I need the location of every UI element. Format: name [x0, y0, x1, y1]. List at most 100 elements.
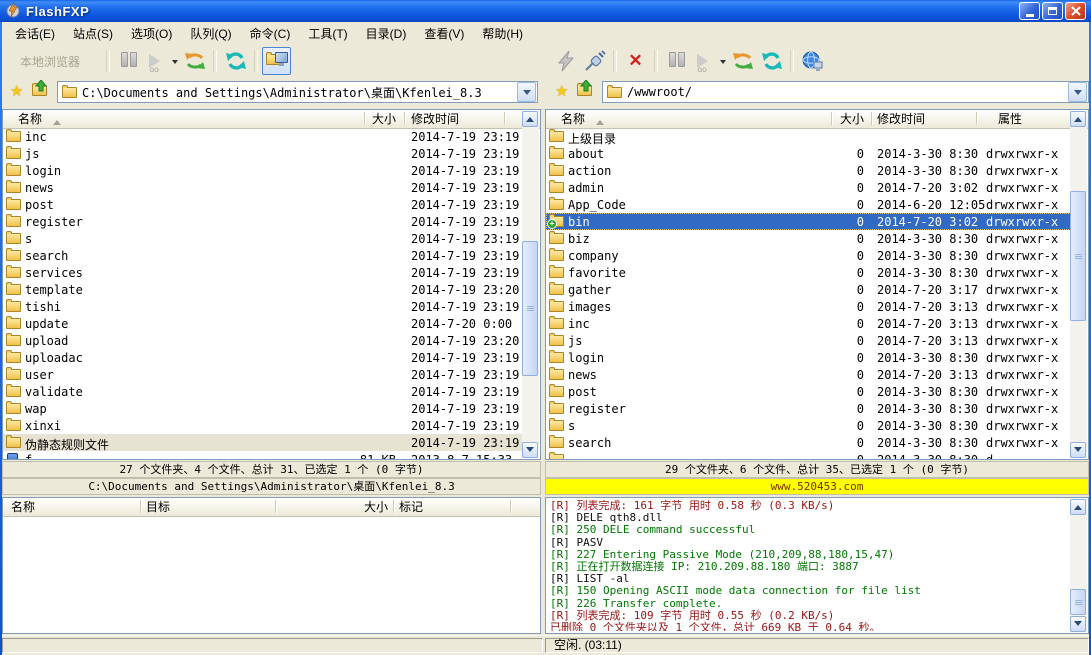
file-row[interactable]: news2014-7-19 23:19	[3, 179, 523, 196]
parent-folder-button[interactable]	[32, 83, 50, 98]
file-row[interactable]: s02014-3-30 8:30drwxrwxr-x	[546, 417, 1071, 434]
column-header-size[interactable]: 大小	[364, 498, 388, 516]
column-header-date[interactable]: 修改时间	[411, 110, 459, 128]
go-dropdown-arrow[interactable]	[720, 60, 726, 67]
pause-button[interactable]	[114, 47, 143, 75]
file-row-partial[interactable]: f81 KB2013-8-7 15:33	[3, 451, 523, 459]
column-divider[interactable]	[510, 500, 512, 513]
file-row[interactable]: company02014-3-30 8:30drwxrwxr-x	[546, 247, 1071, 264]
file-row[interactable]: services2014-7-19 23:19	[3, 264, 523, 281]
scrollbar-thumb[interactable]	[1070, 191, 1086, 321]
scroll-up-button[interactable]	[522, 111, 538, 127]
column-header-size[interactable]: 大小	[372, 110, 396, 128]
column-divider[interactable]	[976, 112, 978, 125]
file-row[interactable]: post2014-7-19 23:19	[3, 196, 523, 213]
local-remote-toggle-button[interactable]	[262, 47, 291, 75]
file-row[interactable]: images02014-7-20 3:13drwxrwxr-x	[546, 298, 1071, 315]
file-row[interactable]: search2014-7-19 23:19	[3, 247, 523, 264]
scroll-down-button[interactable]	[1070, 442, 1086, 458]
menu-item-1[interactable]: 会话(E)	[6, 22, 64, 45]
menu-item-4[interactable]: 队列(Q)	[181, 22, 240, 45]
file-row[interactable]: post02014-3-30 8:30drwxrwxr-x	[546, 383, 1071, 400]
file-row[interactable]: login02014-3-30 8:30drwxrwxr-x	[546, 349, 1071, 366]
refresh-button[interactable]	[221, 47, 250, 75]
file-row[interactable]: register2014-7-19 23:19	[3, 213, 523, 230]
file-row[interactable]: tishi2014-7-19 23:19	[3, 298, 523, 315]
remote-path-value[interactable]: /wwwroot/	[627, 85, 692, 99]
file-row[interactable]: inc2014-7-19 23:19	[3, 128, 523, 145]
menu-item-2[interactable]: 站点(S)	[64, 22, 122, 45]
file-row[interactable]: upload2014-7-19 23:20	[3, 332, 523, 349]
file-row[interactable]: 伪静态规则文件2014-7-19 23:19	[3, 434, 523, 451]
file-row[interactable]: js02014-7-20 3:13drwxrwxr-x	[546, 332, 1071, 349]
column-header-name[interactable]: 名称	[18, 110, 42, 128]
minimize-button[interactable]	[1019, 2, 1040, 20]
file-row[interactable]: user2014-7-19 23:19	[3, 366, 523, 383]
column-header-size[interactable]: 大小	[840, 110, 864, 128]
ad-banner-link[interactable]: www.520453.com	[545, 478, 1089, 495]
column-divider[interactable]	[364, 112, 366, 125]
maximize-button[interactable]	[1042, 2, 1063, 20]
go-dropdown-arrow[interactable]	[172, 60, 178, 67]
scrollbar-thumb[interactable]	[1070, 589, 1086, 615]
file-row[interactable]: template2014-7-19 23:20	[3, 281, 523, 298]
remote-path-combobox[interactable]: /wwwroot/	[602, 81, 1089, 103]
file-row[interactable]: update2014-7-20 0:00	[3, 315, 523, 332]
close-button[interactable]	[1065, 2, 1086, 20]
column-divider[interactable]	[871, 112, 873, 125]
menu-item-8[interactable]: 查看(V)	[415, 22, 473, 45]
menu-item-6[interactable]: 工具(T)	[299, 22, 356, 45]
file-row-partial[interactable]: 02014-3-30 8:30d	[546, 451, 1071, 459]
column-header-name[interactable]: 名称	[11, 498, 35, 516]
scroll-up-button[interactable]	[1070, 111, 1086, 127]
scroll-up-button[interactable]	[1070, 499, 1086, 515]
file-row[interactable]: biz02014-3-30 8:30drwxrwxr-x	[546, 230, 1071, 247]
column-divider[interactable]	[831, 112, 833, 125]
file-row[interactable]: xinxi2014-7-19 23:19	[3, 417, 523, 434]
file-row[interactable]: search02014-3-30 8:30drwxrwxr-x	[546, 434, 1071, 451]
favorites-icon[interactable]: ★	[555, 82, 568, 100]
file-row[interactable]: 上级目录	[546, 128, 1071, 145]
column-divider[interactable]	[504, 112, 506, 125]
file-row[interactable]: login2014-7-19 23:19	[3, 162, 523, 179]
column-header-date[interactable]: 修改时间	[877, 110, 925, 128]
local-list-scrollbar[interactable]	[522, 111, 539, 458]
file-row[interactable]: App_Code02014-6-20 12:05drwxrwxr-x	[546, 196, 1071, 213]
remote-path-dropdown-button[interactable]	[1068, 82, 1087, 102]
file-row[interactable]: favorite02014-3-30 8:30drwxrwxr-x	[546, 264, 1071, 281]
parent-folder-button[interactable]	[577, 83, 595, 98]
file-row[interactable]: uploadac2014-7-19 23:19	[3, 349, 523, 366]
file-row[interactable]: gather02014-7-20 3:17drwxrwxr-x	[546, 281, 1071, 298]
transfer-button[interactable]	[728, 47, 757, 75]
file-row[interactable]: inc02014-7-20 3:13drwxrwxr-x	[546, 315, 1071, 332]
scroll-down-button[interactable]	[522, 442, 538, 458]
scroll-down-button[interactable]	[1070, 616, 1086, 632]
web-site-button[interactable]	[798, 47, 827, 75]
go-queue-button[interactable]	[143, 47, 172, 75]
pause-button[interactable]	[662, 47, 691, 75]
file-row[interactable]: about02014-3-30 8:30drwxrwxr-x	[546, 145, 1071, 162]
column-header-flag[interactable]: 标记	[399, 498, 423, 516]
column-header-name[interactable]: 名称	[561, 110, 585, 128]
menu-item-3[interactable]: 选项(O)	[122, 22, 181, 45]
column-divider[interactable]	[404, 112, 406, 125]
connect-button[interactable]	[580, 47, 609, 75]
file-row[interactable]: s2014-7-19 23:19	[3, 230, 523, 247]
column-divider[interactable]	[140, 500, 142, 513]
local-path-value[interactable]: C:\Documents and Settings\Administrator\…	[82, 84, 482, 101]
disconnect-button[interactable]: ✕	[621, 47, 650, 75]
go-queue-button[interactable]	[691, 47, 720, 75]
file-row[interactable]: admin02014-7-20 3:02drwxrwxr-x	[546, 179, 1071, 196]
refresh-button[interactable]	[757, 47, 786, 75]
file-row[interactable]: news02014-7-20 3:13drwxrwxr-x	[546, 366, 1071, 383]
file-row[interactable]: js2014-7-19 23:19	[3, 145, 523, 162]
menu-item-9[interactable]: 帮助(H)	[473, 22, 532, 45]
quick-connect-button[interactable]	[551, 47, 580, 75]
file-row[interactable]: bin02014-7-20 3:02drwxrwxr-x	[546, 213, 1071, 230]
file-row[interactable]: wap2014-7-19 23:19	[3, 400, 523, 417]
column-divider[interactable]	[393, 500, 395, 513]
file-row[interactable]: validate2014-7-19 23:19	[3, 383, 523, 400]
transfer-button[interactable]	[180, 47, 209, 75]
scrollbar-thumb[interactable]	[522, 241, 538, 376]
local-path-combobox[interactable]: C:\Documents and Settings\Administrator\…	[57, 81, 538, 103]
